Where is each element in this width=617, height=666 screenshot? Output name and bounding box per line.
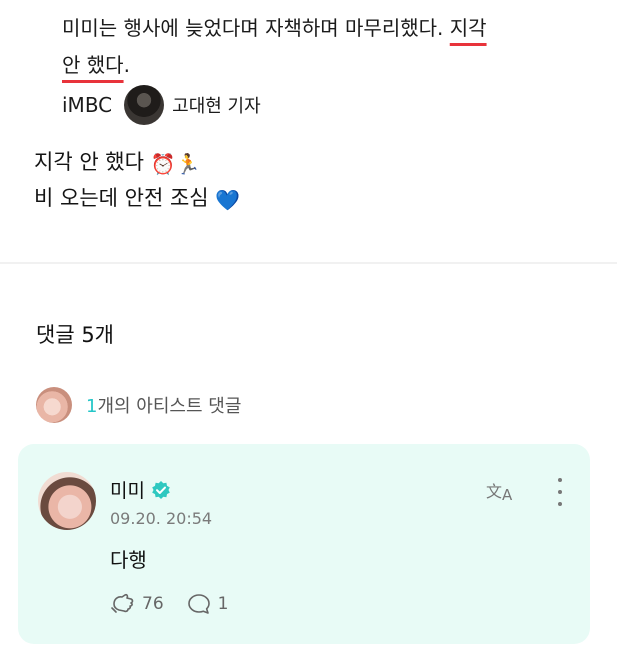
reporter-photo (124, 85, 165, 125)
comment-text: 다행 (110, 548, 147, 572)
artist-comments-summary[interactable]: 1개의 아티스트 댓글 (36, 387, 241, 423)
more-vertical-icon (558, 478, 562, 482)
artist-summary-count: 1 (86, 396, 98, 417)
quote-text: 미미는 행사에 늦었다며 자책하며 마무리했다. (62, 16, 450, 40)
more-dot (558, 490, 562, 494)
post-line-1-text: 지각 안 했다 (34, 150, 144, 174)
svg-text:文: 文 (486, 482, 502, 501)
post-line-2: 비 오는데 안전 조심 💙 (34, 181, 240, 217)
post-line-1: 지각 안 했다 ⏰🏃 (34, 145, 240, 181)
runner-emoji: 🏃 (175, 152, 201, 176)
translate-button[interactable]: 文 A (484, 477, 520, 505)
like-button[interactable]: 76 (110, 592, 164, 616)
svg-text:A: A (502, 486, 513, 503)
like-hand-icon (111, 593, 134, 613)
artist-summary-label: 1개의 아티스트 댓글 (86, 392, 241, 418)
article-quote: 미미는 행사에 늦었다며 자책하며 마무리했다. 지각 안 했다. (62, 10, 582, 84)
more-options-button[interactable] (549, 476, 571, 508)
alarm-clock-emoji: ⏰ (150, 152, 176, 176)
post-body: 지각 안 했다 ⏰🏃 비 오는데 안전 조심 💙 (34, 145, 240, 217)
like-count: 76 (142, 594, 164, 614)
reply-button[interactable]: 1 (186, 592, 229, 616)
comment-avatar[interactable] (38, 472, 96, 530)
quote-highlight-1: 지각 (449, 16, 487, 40)
comment-author[interactable]: 미미 (110, 476, 171, 503)
reply-count: 1 (217, 594, 229, 614)
more-dot (558, 502, 562, 506)
artist-avatar (36, 387, 72, 423)
post-line-2-text: 비 오는데 안전 조심 (34, 186, 209, 210)
reply-bubble-icon (187, 594, 210, 614)
quote-tail: . (123, 53, 130, 77)
reporter-name: 고대현 기자 (172, 96, 261, 117)
artist-summary-text: 개의 아티스트 댓글 (97, 396, 242, 417)
verified-icon (152, 480, 170, 499)
translate-icon: 文 A (486, 482, 513, 503)
section-divider (0, 262, 617, 264)
comment-timestamp: 09.20. 20:54 (110, 509, 213, 528)
comment-author-name: 미미 (110, 480, 145, 502)
quote-highlight-2: 안 했다 (62, 53, 124, 77)
outlet-name: iMBC (62, 93, 113, 117)
comment-card: 미미 09.20. 20:54 文 A 다행 76 1 (18, 444, 590, 644)
comments-title: 댓글 5개 (36, 323, 114, 347)
article-byline: iMBC 고대현 기자 (62, 84, 261, 126)
blue-heart-emoji: 💙 (215, 188, 241, 212)
comment-actions: 76 1 (110, 592, 250, 616)
